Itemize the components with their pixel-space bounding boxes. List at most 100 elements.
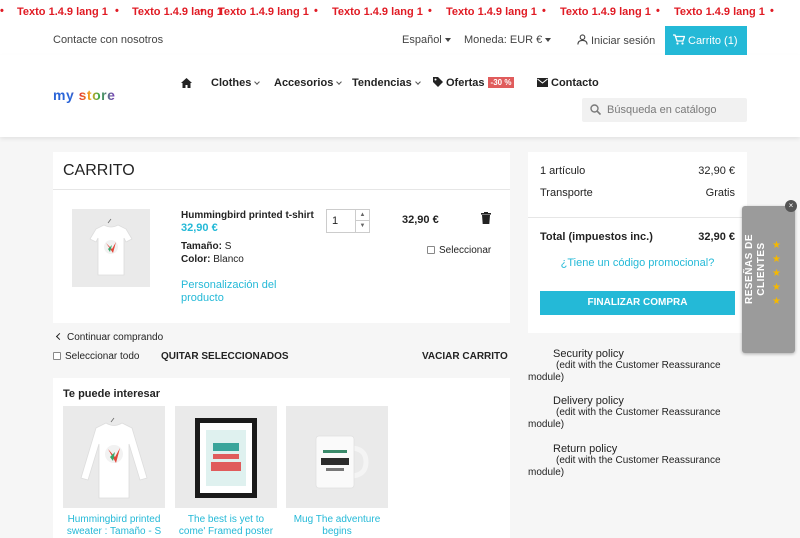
product-title-line[interactable]: Mug The adventure [286, 514, 388, 526]
select-item-checkbox[interactable]: Seleccionar [427, 245, 491, 256]
cart-label: Carrito (1) [688, 35, 738, 47]
star-icon: ★ [772, 240, 781, 251]
reassurance-title: Security policy [553, 348, 624, 360]
product-card[interactable]: Mug The adventure begins [286, 406, 388, 538]
currency-select[interactable]: Moneda: EUR € [464, 34, 552, 46]
reassurance-title: Delivery policy [553, 395, 624, 407]
reassurance-text: module) [528, 419, 565, 430]
decrement-button[interactable]: ▼ [356, 221, 369, 232]
search-input[interactable]: Búsqueda en catálogo [582, 98, 747, 122]
select-all-label: Seleccionar todo [65, 351, 140, 362]
product-title-line[interactable]: begins [286, 526, 388, 538]
reassurance-block: Security policy (edit with the Customer … [528, 348, 747, 384]
reassurance-block: Return policy (edit with the Customer Re… [528, 443, 747, 479]
product-title-line[interactable]: Hummingbird printed [63, 514, 165, 526]
cart-panel: CARRITO Hummingbird printed t-shirt 32,9… [53, 152, 510, 323]
product-color: Color: Blanco [181, 254, 244, 265]
contact-link[interactable]: Contacte con nosotros [53, 34, 163, 46]
framed-poster-image [195, 418, 257, 498]
cart-button[interactable]: Carrito (1) [665, 26, 747, 55]
product-price: 32,90 € [181, 222, 218, 234]
color-label: Color: [181, 254, 211, 265]
checkbox-icon [53, 352, 61, 360]
chevron-down-icon [254, 79, 261, 85]
marquee-dot: • [428, 5, 432, 17]
checkbox-icon [427, 246, 435, 254]
product-name-link[interactable]: Hummingbird printed t-shirt [181, 210, 314, 221]
search-icon [590, 104, 601, 115]
reassurance-text: module) [528, 467, 565, 478]
chevron-down-icon [336, 79, 343, 85]
reviews-label-line: RESEÑAS DE [744, 234, 755, 305]
summary-total-row: Total (impuestos inc.) 32,90 € [540, 231, 735, 243]
close-icon[interactable]: × [785, 200, 797, 212]
menu-label: Accesorios [274, 77, 334, 89]
product-thumbnail[interactable] [72, 209, 150, 287]
product-title-line[interactable]: The best is yet to [175, 514, 277, 526]
suggested-products: Te puede interesar Hummingbird printed s… [53, 378, 510, 538]
marquee-dot: • [770, 5, 774, 17]
site-header: my store Clothes Accesorios Tendencias O… [0, 55, 800, 137]
product-size: Tamaño: S [181, 241, 231, 252]
reviews-label: RESEÑAS DE CLIENTES [744, 214, 768, 324]
login-label: Iniciar sesión [591, 35, 656, 47]
trash-icon[interactable] [481, 212, 491, 224]
store-logo[interactable]: my store [53, 87, 115, 103]
product-image[interactable] [286, 406, 388, 508]
menu-item-ofertas[interactable]: Ofertas -30 % [433, 77, 515, 89]
marquee-text: Texto 1.4.9 lang 1 [17, 6, 108, 18]
continue-shopping-link[interactable]: Continuar comprando [55, 332, 163, 343]
chevron-left-icon [55, 332, 64, 341]
menu-item-contacto[interactable]: Contacto [537, 77, 599, 89]
chevron-down-icon [414, 79, 421, 85]
menu-item-clothes[interactable]: Clothes [211, 77, 261, 89]
size-value: S [224, 241, 232, 252]
shipping-value: Gratis [705, 187, 735, 199]
language-select[interactable]: Español [402, 34, 451, 46]
product-image[interactable] [175, 406, 277, 508]
quantity-stepper[interactable]: 1 ▲ ▼ [326, 209, 370, 233]
marquee-dot: • [656, 5, 660, 17]
reassurance-text: (edit with the Customer Reassurance [556, 455, 721, 466]
menu-label: Ofertas [446, 77, 485, 89]
offer-badge: -30 % [487, 77, 515, 88]
product-title-line[interactable]: come' Framed poster ... [175, 526, 277, 538]
star-icon: ★ [772, 254, 781, 265]
product-title-line[interactable]: sweater : Tamaño - S [63, 526, 165, 538]
menu-item-tendencias[interactable]: Tendencias [352, 77, 421, 89]
empty-cart-button[interactable]: VACIAR CARRITO [422, 351, 508, 362]
reviews-label-line: CLIENTES [756, 242, 767, 296]
menu-label: Clothes [211, 77, 252, 89]
product-card[interactable]: The best is yet to come' Framed poster .… [175, 406, 277, 538]
customer-reviews-widget[interactable]: RESEÑAS DE CLIENTES ★ ★ ★ ★ ★ × [742, 200, 797, 353]
reassurance-text: (edit with the Customer Reassurance [556, 360, 721, 371]
product-image[interactable] [63, 406, 165, 508]
marquee-text: Texto 1.4.9 lang 1 [132, 6, 223, 18]
logo-text: my store [53, 87, 116, 103]
promo-code-link[interactable]: ¿Tiene un código promocional? [528, 257, 747, 269]
increment-button[interactable]: ▲ [356, 210, 369, 221]
cart-summary: 1 artículo 32,90 € Transporte Gratis Total… [528, 152, 747, 333]
section-title: Te puede interesar [63, 388, 160, 400]
remove-selected-button[interactable]: QUITAR SELECCIONADOS [161, 351, 289, 362]
menu-label: Contacto [551, 77, 599, 89]
marquee-dot: • [542, 5, 546, 17]
checkout-button[interactable]: FINALIZAR COMPRA [540, 291, 735, 315]
login-link[interactable]: Iniciar sesión [577, 34, 655, 47]
product-card[interactable]: Hummingbird printed sweater : Tamaño - S [63, 406, 165, 538]
menu-item-accesorios[interactable]: Accesorios [274, 77, 343, 89]
marquee-dot: • [115, 5, 119, 17]
quantity-value[interactable]: 1 [332, 215, 338, 227]
divider [528, 217, 747, 218]
search-placeholder: Búsqueda en catálogo [607, 104, 717, 116]
customization-link[interactable]: producto [181, 292, 224, 304]
announcement-marquee: • Texto 1.4.9 lang 1 • Texto 1.4.9 lang … [0, 0, 800, 26]
mug-image [315, 435, 369, 489]
home-icon[interactable] [181, 78, 192, 88]
items-label: 1 artículo [540, 165, 586, 177]
marquee-text: Texto 1.4.9 lang 1 [674, 6, 765, 18]
tshirt-image [89, 218, 133, 276]
select-all-checkbox[interactable]: Seleccionar todo [53, 351, 140, 362]
customization-link[interactable]: Personalización del [181, 279, 276, 291]
reassurance-text: module) [528, 372, 565, 383]
